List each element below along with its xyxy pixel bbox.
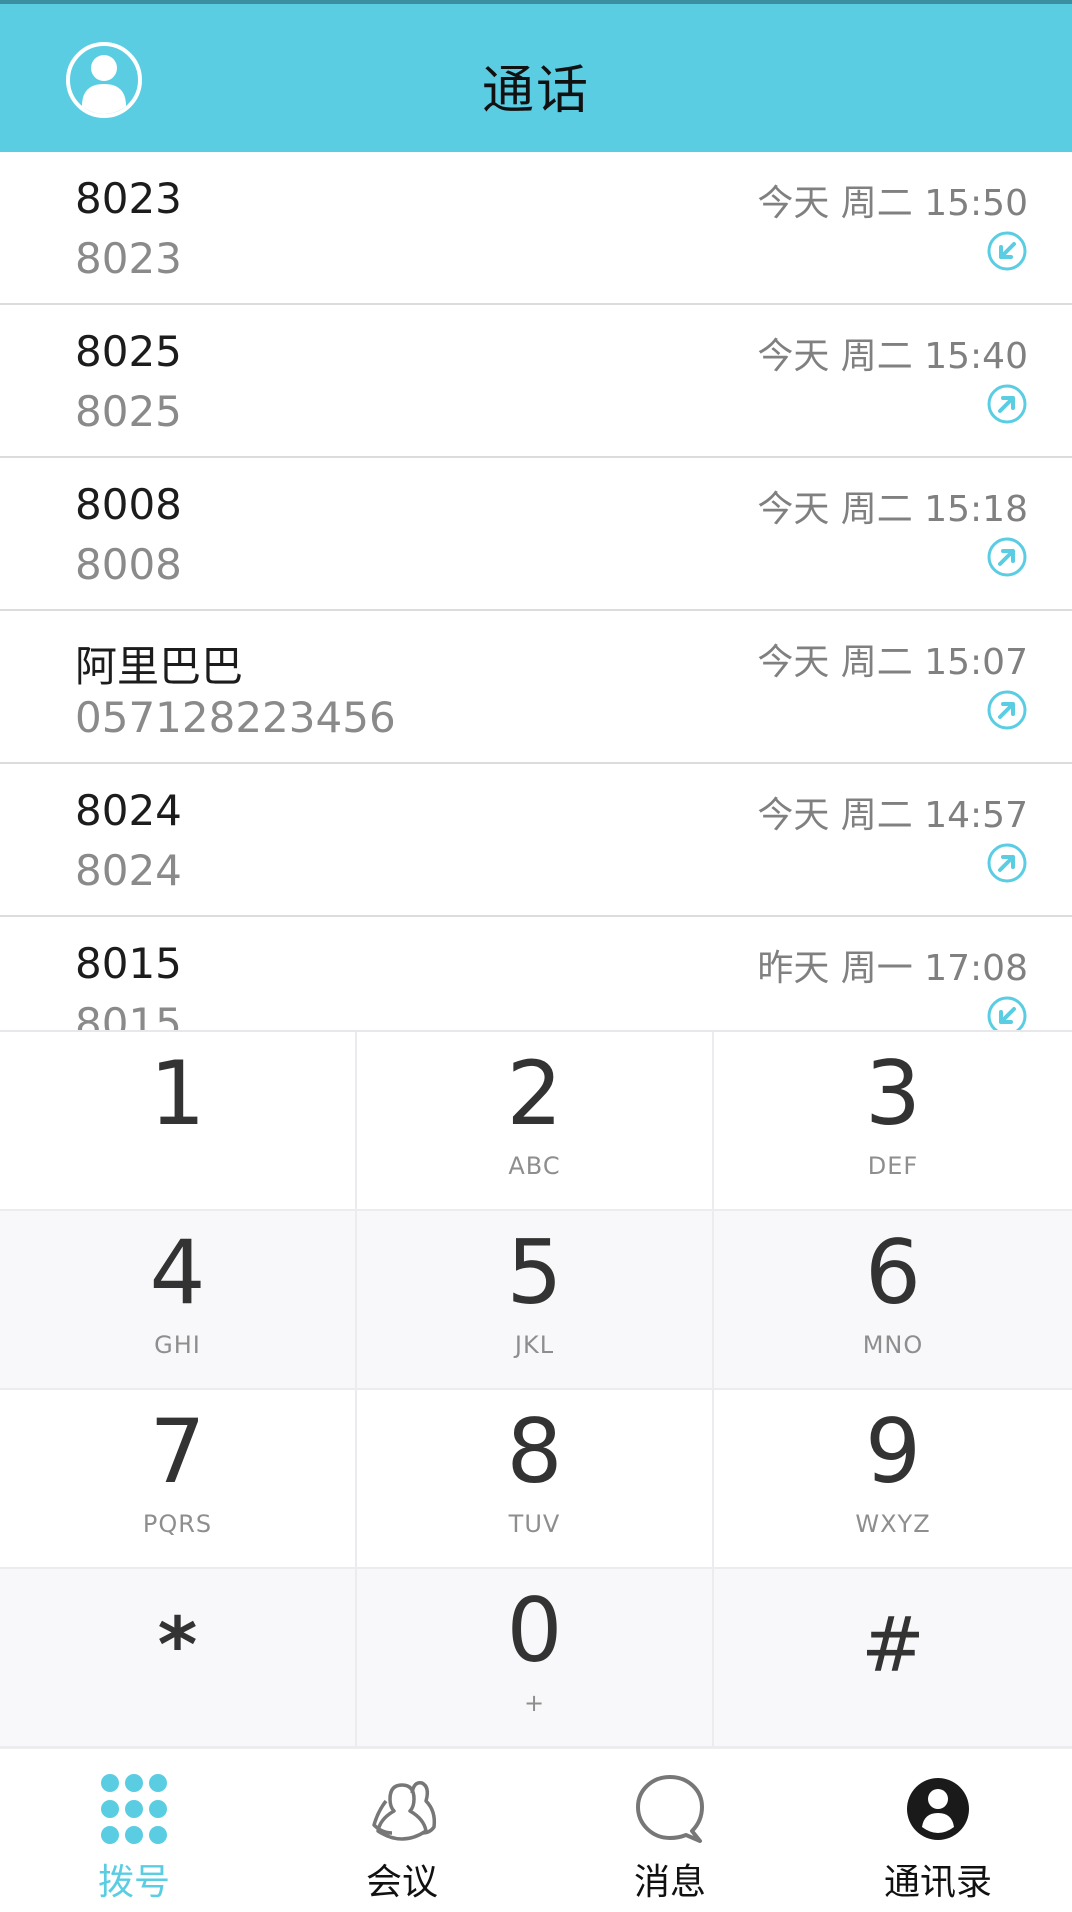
key-letters: PQRS — [142, 1510, 213, 1538]
outgoing-call-icon — [987, 537, 1027, 577]
key-letters: MNO — [862, 1331, 924, 1359]
key-letters: DEF — [867, 1152, 919, 1180]
key-4[interactable]: 4 GHI — [0, 1211, 357, 1390]
key-digit: 8 — [506, 1400, 563, 1503]
tab-label: 会议 — [365, 1862, 438, 1903]
key-digit: 4 — [149, 1221, 206, 1324]
key-letters: GHI — [154, 1331, 201, 1359]
tab-label: 通讯录 — [883, 1862, 992, 1903]
call-phone-number: 8015 — [75, 999, 182, 1030]
dialpad-icon — [101, 1774, 167, 1844]
top-bar: 通话 — [0, 0, 1072, 152]
call-timestamp: 今天 周二 15:50 — [757, 183, 1028, 224]
key-digit: 5 — [506, 1221, 563, 1324]
call-phone-number: 8008 — [75, 540, 182, 589]
call-log-list[interactable]: 8023 8023 今天 周二 15:50 8025 8025 今天 周二 15… — [0, 152, 1072, 1030]
call-log-item[interactable]: 8008 8008 今天 周二 15:18 — [0, 458, 1072, 611]
call-timestamp: 昨天 周一 17:08 — [757, 948, 1028, 989]
key-1[interactable]: 1 — [0, 1032, 357, 1211]
call-log-item[interactable]: 8024 8024 今天 周二 14:57 — [0, 764, 1072, 917]
incoming-call-icon — [987, 996, 1027, 1030]
call-contact-name: 8023 — [75, 174, 182, 223]
call-contact-name: 8008 — [75, 480, 182, 529]
call-log-item[interactable]: 8025 8025 今天 周二 15:40 — [0, 305, 1072, 458]
call-phone-number: 8023 — [75, 234, 182, 283]
key-digit: 7 — [149, 1400, 206, 1503]
key-digit: 9 — [865, 1400, 921, 1503]
key-digit: 6 — [865, 1221, 921, 1324]
call-log-item[interactable]: 阿里巴巴 057128223456 今天 周二 15:07 — [0, 611, 1072, 764]
key-star[interactable]: * — [0, 1569, 357, 1748]
call-contact-name: 阿里巴巴 — [75, 642, 244, 691]
call-timestamp: 今天 周二 15:07 — [757, 642, 1028, 683]
call-contact-name: 8024 — [75, 786, 182, 835]
chat-bubble-icon — [636, 1775, 704, 1843]
key-digit: * — [157, 1600, 198, 1689]
key-digit: 1 — [149, 1042, 206, 1145]
key-6[interactable]: 6 MNO — [714, 1211, 1072, 1390]
call-phone-number: 057128223456 — [75, 693, 396, 742]
call-phone-number: 8025 — [75, 387, 182, 436]
call-phone-number: 8024 — [75, 846, 182, 895]
page-title: 通话 — [481, 61, 590, 121]
key-letters: + — [523, 1689, 546, 1717]
key-digit: 3 — [865, 1042, 921, 1145]
key-digit: 2 — [506, 1042, 563, 1145]
key-0[interactable]: 0 + — [357, 1569, 714, 1748]
outgoing-call-icon — [987, 843, 1027, 883]
tab-meeting[interactable]: 会议 — [268, 1749, 536, 1912]
tab-dial[interactable]: 拨号 — [0, 1749, 268, 1912]
key-digit: 0 — [506, 1579, 563, 1682]
key-letters: JKL — [514, 1331, 555, 1359]
call-log-item[interactable]: 8023 8023 今天 周二 15:50 — [0, 152, 1072, 305]
call-timestamp: 今天 周二 15:18 — [757, 489, 1028, 530]
tab-contacts[interactable]: 通讯录 — [804, 1749, 1072, 1912]
key-hash[interactable]: # — [714, 1569, 1072, 1748]
key-letters: WXYZ — [855, 1510, 931, 1538]
call-contact-name: 8025 — [75, 327, 182, 376]
outgoing-call-icon — [987, 690, 1027, 730]
call-contact-name: 8015 — [75, 939, 182, 988]
key-5[interactable]: 5 JKL — [357, 1211, 714, 1390]
contact-icon — [907, 1778, 969, 1840]
tab-messages[interactable]: 消息 — [536, 1749, 804, 1912]
key-7[interactable]: 7 PQRS — [0, 1390, 357, 1569]
tab-label: 消息 — [633, 1862, 706, 1903]
outgoing-call-icon — [987, 384, 1027, 424]
call-log-item[interactable]: 8015 8015 昨天 周一 17:08 — [0, 917, 1072, 1030]
key-8[interactable]: 8 TUV — [357, 1390, 714, 1569]
key-2[interactable]: 2 ABC — [357, 1032, 714, 1211]
tab-label: 拨号 — [97, 1862, 170, 1903]
key-digit: # — [861, 1600, 925, 1689]
call-timestamp: 今天 周二 14:57 — [757, 795, 1028, 836]
key-9[interactable]: 9 WXYZ — [714, 1390, 1072, 1569]
bottom-tab-bar: 拨号 会议 消息 通讯录 — [0, 1748, 1072, 1912]
key-letters: TUV — [508, 1510, 561, 1538]
key-letters: ABC — [508, 1152, 561, 1180]
incoming-call-icon — [987, 231, 1027, 271]
group-icon — [372, 1780, 437, 1841]
dial-keypad: 1 2 ABC 3 DEF 4 GHI 5 JKL 6 MNO 7 PQRS 8… — [0, 1030, 1072, 1748]
call-timestamp: 今天 周二 15:40 — [757, 336, 1028, 377]
key-3[interactable]: 3 DEF — [714, 1032, 1072, 1211]
